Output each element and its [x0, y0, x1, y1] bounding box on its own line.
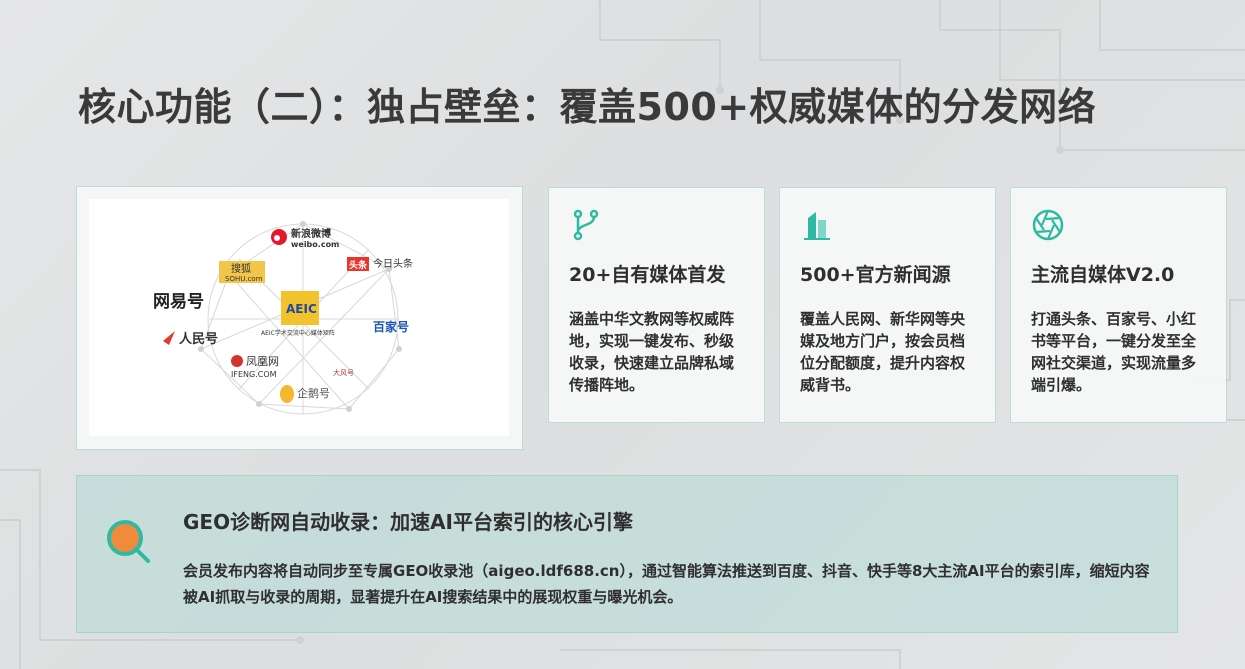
svg-text:凤凰网: 凤凰网	[246, 355, 279, 368]
svg-text:网易号: 网易号	[153, 292, 204, 312]
aperture-icon	[1032, 209, 1064, 241]
svg-text:今日头条: 今日头条	[373, 257, 413, 270]
network-graphic: 新浪微博 weibo.com 搜狐 SOHU.com 头条 今日头条 网易号 A…	[153, 221, 413, 415]
buildings-icon	[804, 212, 830, 240]
svg-text:头条: 头条	[349, 259, 368, 271]
svg-text:大风号: 大风号	[333, 368, 354, 377]
svg-text:AEIC: AEIC	[286, 302, 317, 316]
weibo-logo: 新浪微博 weibo.com	[271, 227, 339, 249]
feature-card-self-media: 主流自媒体V2.0 打通头条、百家号、小红书等平台，一键分发至全网社交渠道，实现…	[1010, 187, 1227, 423]
geo-indexing-panel: GEO诊断网自动收录：加速AI平台索引的核心引擎 会员发布内容将自动同步至专属G…	[76, 475, 1178, 633]
magnifier-icon	[107, 520, 150, 563]
sohu-logo: 搜狐 SOHU.com	[219, 261, 265, 283]
feature-card-news-sources: 500+官方新闻源 覆盖人民网、新华网等央媒及地方门户，按会员档位分配额度，提升…	[779, 187, 996, 423]
geo-panel-title: GEO诊断网自动收录：加速AI平台索引的核心引擎	[183, 510, 633, 534]
renminhao-logo: 人民号	[163, 331, 218, 347]
netease-logo: 网易号	[153, 292, 204, 312]
media-logo-collage: 新浪微博 weibo.com 搜狐 SOHU.com 头条 今日头条 网易号 A…	[89, 199, 509, 436]
page-title: 核心功能（二）：独占壁垒：覆盖500+权威媒体的分发网络	[78, 85, 1097, 129]
svg-text:IFENG.COM: IFENG.COM	[231, 370, 277, 379]
baijiahao-logo: 百家号	[373, 319, 409, 334]
svg-text:企鹅号: 企鹅号	[297, 386, 330, 400]
svg-text:weibo.com: weibo.com	[291, 240, 339, 249]
feature-title: 主流自媒体V2.0	[1031, 264, 1175, 286]
qiehao-logo: 企鹅号	[280, 385, 330, 403]
feature-title: 500+官方新闻源	[800, 264, 951, 286]
feature-description: 打通头条、百家号、小红书等平台，一键分发至全网社交渠道，实现流量多端引爆。	[1031, 310, 1197, 394]
dafenghao-logo: 大风号	[333, 368, 354, 377]
svg-text:SOHU.com: SOHU.com	[225, 275, 263, 283]
svg-text:AEIC学术交流中心媒体矩阵: AEIC学术交流中心媒体矩阵	[261, 329, 335, 337]
svg-text:新浪微博: 新浪微博	[291, 227, 331, 240]
media-logo-panel: 新浪微博 weibo.com 搜狐 SOHU.com 头条 今日头条 网易号 A…	[76, 186, 523, 450]
svg-text:百家号: 百家号	[373, 319, 409, 334]
feature-description: 覆盖人民网、新华网等央媒及地方门户，按会员档位分配额度，提升内容权威背书。	[800, 310, 966, 394]
branch-icon	[573, 209, 599, 241]
geo-panel-description: 会员发布内容将自动同步至专属GEO收录池（aigeo.ldf688.cn），通过…	[183, 562, 1150, 606]
feature-description: 涵盖中华文教网等权威阵地，实现一键发布、秒级收录，快速建立品牌私域传播阵地。	[569, 310, 735, 394]
svg-text:人民号: 人民号	[179, 331, 218, 347]
ifeng-logo: 凤凰网 IFENG.COM	[231, 355, 279, 379]
toutiao-logo: 头条 今日头条	[347, 257, 413, 271]
feature-title: 20+自有媒体首发	[569, 264, 726, 286]
svg-text:搜狐: 搜狐	[231, 262, 251, 275]
feature-card-own-media: 20+自有媒体首发 涵盖中华文教网等权威阵地，实现一键发布、秒级收录，快速建立品…	[548, 187, 765, 423]
